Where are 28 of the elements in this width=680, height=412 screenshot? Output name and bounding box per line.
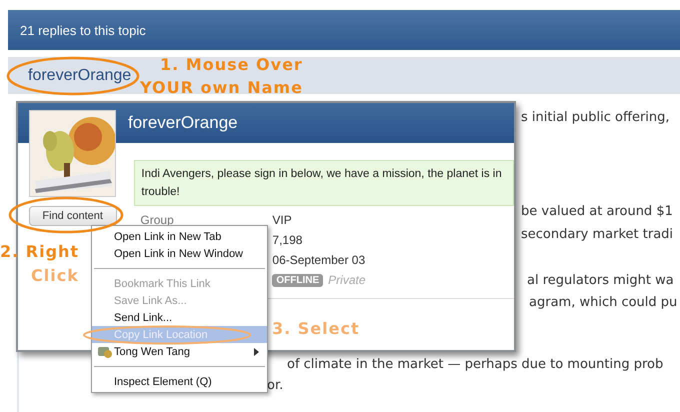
annotation-text: YOUR own Name: [140, 78, 303, 97]
field-value: VIP: [272, 213, 292, 227]
profile-name: foreverOrange: [128, 113, 238, 133]
offline-badge: OFFLINE: [272, 274, 324, 286]
menu-item[interactable]: Send Link...: [92, 309, 267, 326]
privacy-text: Private: [328, 273, 366, 287]
post-text: be valued at around $1: [521, 203, 673, 221]
menu-item[interactable]: Tong Wen Tang: [92, 343, 267, 360]
status-message: Indi Avengers, please sign in below, we have a mission, the planet is in trouble!: [134, 160, 514, 206]
post-text: al regulators might wa: [527, 272, 674, 290]
field-value: 7,198: [272, 233, 302, 247]
annotation-text: 3. Select: [272, 319, 360, 338]
field-value: 06-September 03: [272, 253, 366, 267]
reply-count: 21 replies to this topic: [20, 22, 146, 38]
post-text: s initial public offering,: [521, 109, 670, 127]
post-text: of climate in the market — perhaps due to mounting prob: [287, 356, 664, 374]
menu-item[interactable]: Open Link in New Tab: [92, 228, 267, 245]
find-content-button[interactable]: Find content: [28, 206, 117, 226]
menu-item[interactable]: Open Link in New Window: [92, 245, 267, 262]
annotation-text: Click: [31, 266, 79, 285]
post-text: or.: [267, 377, 284, 395]
field-label: Group: [140, 213, 174, 227]
menu-item[interactable]: Inspect Element (Q): [92, 373, 267, 390]
submenu-arrow-icon: [254, 348, 259, 356]
annotation-text: 1. Mouse Over: [160, 55, 303, 74]
post-text: secondary market tradi: [521, 226, 674, 244]
annotation-text: 2. Right: [0, 242, 80, 261]
post-text: agram, which could pu: [529, 294, 678, 312]
